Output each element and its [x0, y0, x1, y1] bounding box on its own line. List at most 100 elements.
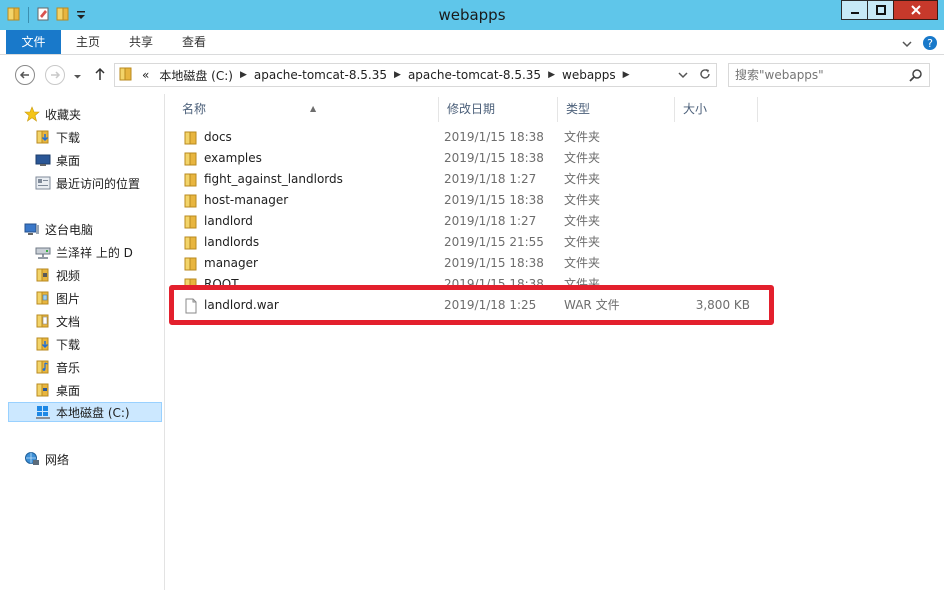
nav-network[interactable]: 网络	[24, 449, 69, 469]
nav-item-network-drive-d[interactable]: 兰泽祥 上的 D	[35, 242, 133, 262]
nav-item-downloads[interactable]: 下载	[35, 127, 80, 147]
refresh-icon	[700, 69, 710, 79]
nav-item-local-disk-c[interactable]: 本地磁盘 (C:)	[8, 402, 162, 422]
file-row[interactable]: landlord 2019/1/18 1:27 文件夹	[174, 211, 769, 232]
window-controls	[841, 0, 938, 20]
search-icon[interactable]	[909, 68, 923, 85]
nav-label: 文档	[56, 314, 81, 329]
column-header-date[interactable]: 修改日期	[439, 97, 558, 122]
file-row[interactable]: docs 2019/1/15 18:38 文件夹	[174, 127, 769, 148]
recent-locations-dropdown[interactable]	[73, 70, 82, 84]
nav-item-desktop-2[interactable]: 桌面	[35, 380, 80, 400]
nav-favorites[interactable]: 收藏夹	[24, 104, 81, 124]
highlight-box	[169, 285, 774, 325]
nav-item-music[interactable]: 音乐	[35, 357, 80, 377]
folder-icon	[183, 151, 199, 167]
file-size	[679, 190, 750, 211]
forward-arrow-icon	[51, 71, 61, 79]
file-row[interactable]: host-manager 2019/1/15 18:38 文件夹	[174, 190, 769, 211]
forward-button[interactable]	[45, 65, 65, 85]
breadcrumb-item[interactable]: 本地磁盘 (C:)	[154, 67, 238, 84]
breadcrumb-overflow[interactable]: «	[137, 68, 154, 82]
file-size	[679, 169, 750, 190]
up-arrow-icon	[95, 67, 105, 80]
breadcrumb-item[interactable]: apache-tomcat-8.5.35	[403, 68, 546, 82]
nav-item-desktop[interactable]: 桌面	[35, 150, 80, 170]
file-date: 2019/1/18 1:27	[444, 172, 537, 186]
nav-label: 下载	[56, 337, 81, 352]
documents-folder-icon	[35, 313, 51, 329]
breadcrumb-separator-icon[interactable]: ▶	[392, 70, 403, 80]
network-icon	[24, 451, 40, 467]
file-row[interactable]: examples 2019/1/15 18:38 文件夹	[174, 148, 769, 169]
up-button[interactable]	[94, 67, 106, 84]
back-button[interactable]	[15, 65, 35, 85]
nav-label: 音乐	[56, 360, 81, 375]
breadcrumb-item[interactable]: webapps	[557, 68, 621, 82]
maximize-button[interactable]	[867, 0, 894, 20]
column-header-type[interactable]: 类型	[558, 97, 675, 122]
refresh-button[interactable]	[698, 67, 712, 84]
nav-label: 收藏夹	[45, 107, 82, 122]
downloads-folder-icon	[35, 129, 51, 145]
file-row[interactable]: landlords 2019/1/15 21:55 文件夹	[174, 232, 769, 253]
nav-label: 下载	[56, 130, 81, 145]
tab-view[interactable]: 查看	[172, 30, 216, 54]
file-name: manager	[204, 256, 258, 270]
file-row[interactable]: manager 2019/1/15 18:38 文件夹	[174, 253, 769, 274]
file-size	[679, 232, 750, 253]
file-name: fight_against_landlords	[204, 172, 343, 186]
column-header-name[interactable]: 名称 ▲	[174, 97, 439, 122]
navigation-pane: 收藏夹 下载 桌面 最近访问的位置 这台电脑 兰泽祥 上的 D 视频 图片 文档…	[0, 94, 165, 590]
tab-home[interactable]: 主页	[66, 30, 110, 54]
file-list: 名称 ▲ 修改日期 类型 大小 docs 2019/1/15 18:38 文件夹 ex…	[166, 94, 944, 590]
file-size	[679, 274, 750, 285]
file-date: 2019/1/18 1:27	[444, 214, 537, 228]
breadcrumb-separator-icon[interactable]: ▶	[238, 70, 249, 80]
chevron-down-icon	[74, 75, 81, 79]
nav-item-documents[interactable]: 文档	[35, 311, 80, 331]
search-box[interactable]	[728, 63, 930, 87]
file-row[interactable]: ROOT 2019/1/15 18:38 文件夹	[174, 274, 769, 285]
folder-icon	[183, 172, 199, 188]
nav-this-pc[interactable]: 这台电脑	[24, 219, 93, 239]
star-icon	[24, 106, 40, 122]
address-row: « 本地磁盘 (C:) ▶ apache-tomcat-8.5.35 ▶ apa…	[0, 56, 944, 94]
file-date: 2019/1/15 18:38	[444, 193, 544, 207]
nav-item-pictures[interactable]: 图片	[35, 288, 80, 308]
file-name: host-manager	[204, 193, 289, 207]
file-date: 2019/1/15 18:38	[444, 151, 544, 165]
expand-ribbon-icon[interactable]	[902, 38, 912, 52]
nav-item-recent[interactable]: 最近访问的位置	[35, 173, 140, 193]
nav-item-videos[interactable]: 视频	[35, 265, 80, 285]
column-label: 名称	[182, 102, 207, 116]
file-type: 文件夹	[564, 151, 601, 165]
file-name: examples	[204, 151, 262, 165]
help-icon[interactable]: ?	[922, 35, 938, 54]
close-button[interactable]	[893, 0, 938, 20]
nav-label: 兰泽祥 上的 D	[56, 245, 133, 260]
search-input[interactable]	[735, 66, 905, 84]
file-type: 文件夹	[564, 214, 601, 228]
column-header-size[interactable]: 大小	[675, 97, 758, 122]
tab-share[interactable]: 共享	[119, 30, 163, 54]
address-history-dropdown[interactable]	[678, 69, 688, 83]
breadcrumb-item[interactable]: apache-tomcat-8.5.35	[249, 68, 392, 82]
file-size	[679, 253, 750, 274]
file-date: 2019/1/15 18:38	[444, 130, 544, 144]
tab-file[interactable]: 文件	[6, 30, 61, 54]
file-row[interactable]: fight_against_landlords 2019/1/18 1:27 文件夹	[174, 169, 769, 190]
address-bar[interactable]: « 本地磁盘 (C:) ▶ apache-tomcat-8.5.35 ▶ apa…	[114, 63, 717, 87]
nav-item-downloads-2[interactable]: 下载	[35, 334, 80, 354]
close-icon	[910, 5, 921, 15]
breadcrumb-separator-icon[interactable]: ▶	[546, 70, 557, 80]
address-tools	[678, 67, 712, 84]
nav-label: 桌面	[56, 383, 81, 398]
downloads-folder-icon	[35, 336, 51, 352]
file-type: 文件夹	[564, 130, 601, 144]
folder-icon	[183, 256, 199, 272]
folder-icon	[183, 130, 199, 146]
breadcrumb-separator-icon[interactable]: ▶	[621, 70, 632, 80]
file-date: 2019/1/15 18:38	[444, 256, 544, 270]
minimize-button[interactable]	[841, 0, 868, 20]
